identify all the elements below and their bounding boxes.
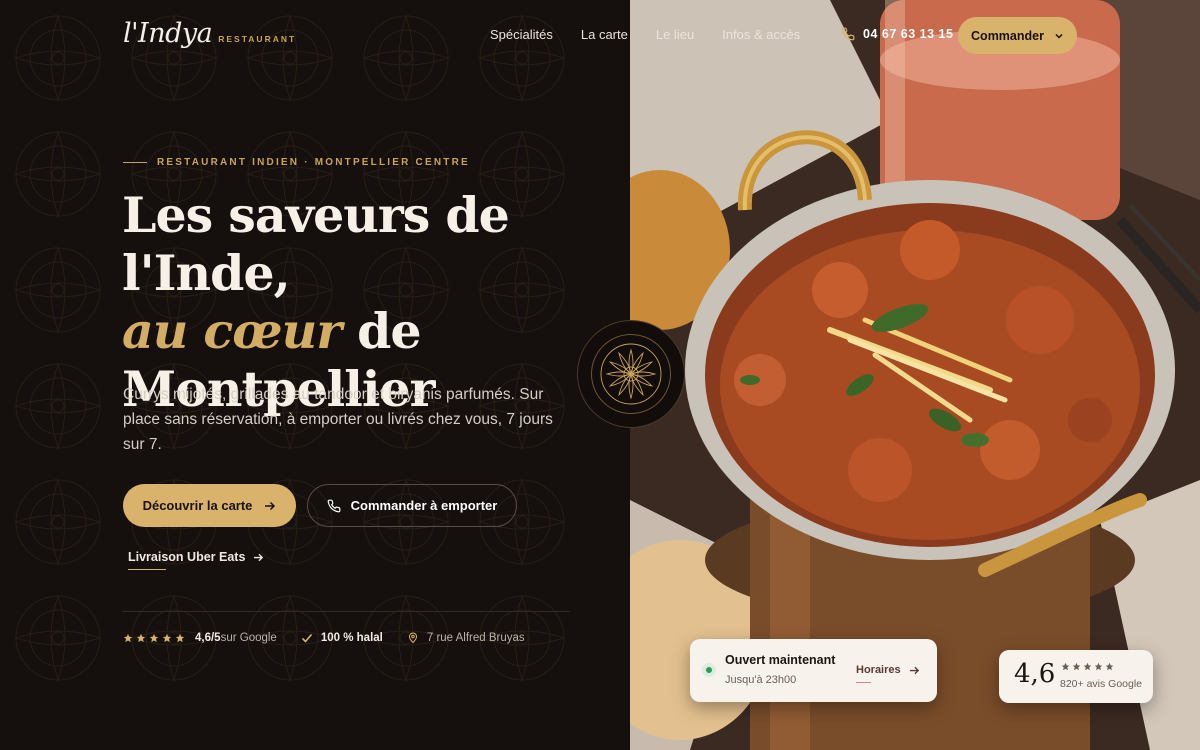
- google-rating-card: 4,6 820+ avis Google: [999, 650, 1153, 703]
- hero-eyebrow: RESTAURANT INDIEN · MONTPELLIER CENTRE: [123, 157, 470, 168]
- hero-food-photo: [630, 0, 1200, 750]
- address-link[interactable]: 7 rue Alfred Bruyas: [407, 631, 525, 644]
- star-icon: [1072, 662, 1081, 671]
- rating-card-stars: [1061, 662, 1114, 671]
- order-takeaway-label: Commander à emporter: [350, 498, 498, 513]
- star-icon: [175, 633, 185, 642]
- uber-eats-underline: [128, 569, 166, 570]
- discover-menu-label: Découvrir la carte: [142, 498, 253, 513]
- uber-eats-label: Livraison Uber Eats: [128, 550, 246, 564]
- brand-subtitle: RESTAURANT: [218, 34, 297, 44]
- discover-menu-button[interactable]: Découvrir la carte: [123, 484, 296, 527]
- open-status-subtitle: Jusqu'à 23h00: [725, 674, 797, 686]
- hours-link-label: Horaires: [856, 664, 901, 676]
- open-status-title: Ouvert maintenant: [725, 653, 836, 667]
- main-nav: Spécialités La carte Le lieu Infos & acc…: [490, 27, 800, 42]
- star-icon: [123, 633, 133, 642]
- phone-number: 04 67 63 13 15: [863, 27, 954, 41]
- uber-eats-link[interactable]: Livraison Uber Eats: [128, 550, 264, 564]
- order-dropdown-button[interactable]: Commander: [958, 17, 1077, 54]
- star-icon: [1061, 662, 1070, 671]
- open-status-indicator: [702, 663, 716, 677]
- rating-card-value: 4,6: [1014, 659, 1056, 689]
- rating-value: 4,6/5: [195, 631, 221, 644]
- rating-stars: [123, 633, 185, 643]
- hours-link[interactable]: Horaires: [856, 664, 920, 676]
- rating-card-subtitle: 820+ avis Google: [1060, 678, 1143, 690]
- order-takeaway-button[interactable]: Commander à emporter: [307, 484, 517, 527]
- halal-badge: 100 % halal: [301, 632, 383, 644]
- chevron-down-icon: [1055, 33, 1063, 39]
- phone-link[interactable]: 04 67 63 13 15: [841, 27, 953, 41]
- check-icon: [301, 633, 312, 643]
- arrow-right-icon: [265, 501, 276, 510]
- map-pin-icon: [408, 632, 417, 644]
- halal-label: 100 % halal: [320, 631, 383, 644]
- order-button-label: Commander: [971, 28, 1044, 43]
- brand-logo[interactable]: l'Indya RESTAURANT: [123, 18, 296, 49]
- star-icon: [149, 633, 159, 642]
- eyebrow-text: RESTAURANT INDIEN · MONTPELLIER CENTRE: [157, 157, 470, 168]
- address-label: 7 rue Alfred Bruyas: [426, 631, 525, 644]
- hero-title-line2: de: [341, 302, 421, 360]
- star-icon: [1094, 662, 1103, 671]
- hero-divider: [123, 611, 570, 612]
- arrow-right-icon: [254, 553, 264, 561]
- hours-link-underline: [856, 682, 871, 683]
- hero-lead: Currys mijotés, grillades au tandoor et …: [123, 386, 553, 453]
- nav-item-specialites[interactable]: Spécialités: [490, 27, 553, 42]
- hero-title-accent: au cœur: [122, 302, 342, 360]
- nav-item-le-lieu[interactable]: Le lieu: [656, 27, 694, 42]
- phone-icon: [841, 27, 855, 41]
- mandala-icon: [600, 343, 662, 405]
- eyebrow-rule: [123, 162, 147, 163]
- star-icon: [1083, 662, 1092, 671]
- hero-meta-row: 4,6/5 sur Google 100 % halal 7 rue Alfre…: [123, 631, 525, 644]
- star-icon: [136, 633, 146, 642]
- mandala-medallion: [577, 320, 685, 428]
- star-icon: [162, 633, 172, 642]
- star-icon: [1105, 662, 1114, 671]
- nav-item-infos-acces[interactable]: Infos & accès: [722, 27, 800, 42]
- medallion-ring: [591, 334, 671, 414]
- nav-item-la-carte[interactable]: La carte: [581, 27, 628, 42]
- phone-icon: [327, 499, 341, 512]
- open-status-card: Ouvert maintenant Jusqu'à 23h00 Horaires: [690, 639, 937, 702]
- rating-source: sur Google: [220, 631, 277, 644]
- arrow-right-icon: [909, 666, 919, 674]
- brand-name: l'Indya: [123, 18, 213, 49]
- hero-title-line1: Les saveurs de l'Inde,: [122, 186, 510, 302]
